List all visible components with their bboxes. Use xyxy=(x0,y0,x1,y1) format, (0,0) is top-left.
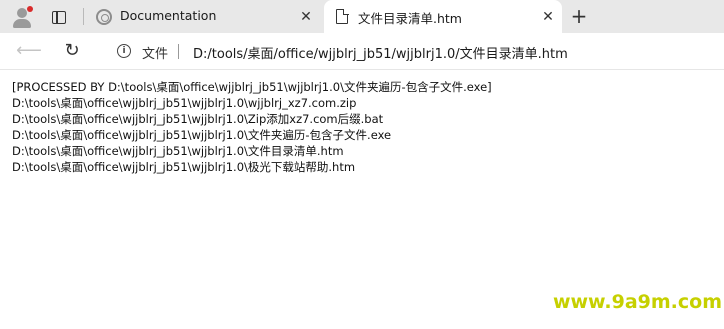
avatar-icon xyxy=(17,8,27,18)
notification-dot xyxy=(27,6,33,12)
reload-button[interactable]: ↻ xyxy=(60,39,84,63)
address-bar[interactable]: i 文件 D:/tools/桌面/office/wjjblrj_jb51/wjj… xyxy=(103,36,724,66)
tab-actions-icon xyxy=(52,10,66,24)
plus-icon: + xyxy=(570,4,588,28)
back-button[interactable]: ⟵ xyxy=(16,39,42,63)
list-item: D:\tools\桌面\office\wjjblrj_jb51\wjjblrj1… xyxy=(12,96,357,110)
new-tab-button[interactable]: + xyxy=(568,5,590,27)
tab-actions-button[interactable] xyxy=(47,6,71,28)
list-item: D:\tools\桌面\office\wjjblrj_jb51\wjjblrj1… xyxy=(12,160,356,174)
close-icon[interactable]: ✕ xyxy=(298,9,314,25)
arrow-left-icon: ⟵ xyxy=(16,40,42,61)
reload-icon: ↻ xyxy=(64,40,80,61)
document-icon xyxy=(336,8,349,24)
browser-window: Documentation ✕ 文件目录清单.htm ✕ + ⟵ ↻ i 文件 … xyxy=(0,0,724,329)
loading-circle-icon xyxy=(96,9,112,25)
tab-strip: Documentation ✕ 文件目录清单.htm ✕ + xyxy=(0,0,724,33)
tab-title: Documentation xyxy=(120,8,217,23)
toolbar: ⟵ ↻ i 文件 D:/tools/桌面/office/wjjblrj_jb51… xyxy=(0,33,724,69)
watermark: www.9a9m.com xyxy=(552,291,722,313)
tab-file-list[interactable]: 文件目录清单.htm ✕ xyxy=(324,0,562,33)
list-item: D:\tools\桌面\office\wjjblrj_jb51\wjjblrj1… xyxy=(12,144,344,158)
profile-avatar-button[interactable] xyxy=(10,5,34,29)
tab-title: 文件目录清单.htm xyxy=(358,11,462,26)
list-item: [PROCESSED BY D:\tools\桌面\office\wjjblrj… xyxy=(12,80,492,94)
info-icon[interactable]: i xyxy=(117,44,131,58)
list-item: D:\tools\桌面\office\wjjblrj_jb51\wjjblrj1… xyxy=(12,112,384,126)
tab-documentation[interactable]: Documentation ✕ xyxy=(86,0,320,33)
page-content: [PROCESSED BY D:\tools\桌面\office\wjjblrj… xyxy=(0,70,724,329)
scheme-label: 文件 xyxy=(142,47,169,62)
omnibox-separator xyxy=(178,44,179,59)
file-list: [PROCESSED BY D:\tools\桌面\office\wjjblrj… xyxy=(12,79,492,175)
url-text[interactable]: D:/tools/桌面/office/wjjblrj_jb51/wjjblrj1… xyxy=(193,43,568,62)
tab-divider xyxy=(83,8,84,25)
close-icon[interactable]: ✕ xyxy=(540,9,556,25)
list-item: D:\tools\桌面\office\wjjblrj_jb51\wjjblrj1… xyxy=(12,128,392,142)
